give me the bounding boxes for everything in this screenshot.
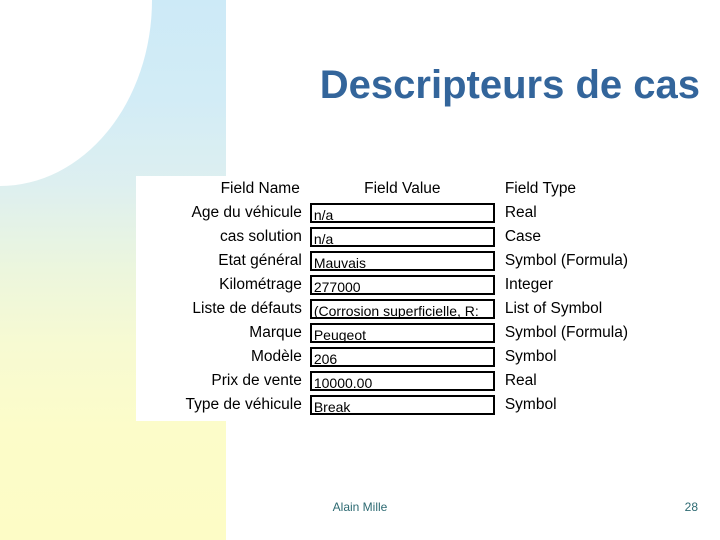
field-name-label: Kilométrage [219, 276, 302, 293]
field-descriptor-table: Field Name Field Value Field Type Age du… [136, 176, 710, 417]
field-value-input[interactable]: n/a [309, 227, 495, 247]
field-type-label: Real [504, 204, 537, 221]
field-value-input[interactable]: Peugeot [309, 323, 495, 343]
footer-page-number: 28 [684, 500, 698, 514]
field-name-label: cas solution [219, 228, 302, 245]
field-name-label: Marque [249, 324, 302, 341]
header-field-value: Field Value [364, 180, 441, 197]
field-name-label: Etat général [218, 252, 302, 269]
table-row: Marque Peugeot Symbol (Formula) [136, 321, 710, 345]
case-descriptor-screenshot: Field Name Field Value Field Type Age du… [136, 176, 710, 421]
field-type-label: Symbol [504, 396, 557, 413]
field-value-input[interactable]: 206 [309, 347, 495, 367]
field-value-input[interactable]: 10000.00 [309, 371, 495, 391]
field-name-label: Liste de défauts [192, 300, 302, 317]
table-row: Prix de vente 10000.00 Real [136, 369, 710, 393]
table-row: Age du véhicule n/a Real [136, 201, 710, 225]
field-value-input[interactable]: Mauvais [309, 251, 495, 271]
header-field-name: Field Name [220, 180, 300, 197]
field-value-input[interactable]: (Corrosion superficielle, R: [309, 299, 495, 319]
field-name-label: Prix de vente [211, 372, 302, 389]
table-row: Type de véhicule Break Symbol [136, 393, 710, 417]
field-type-label: Symbol [504, 348, 557, 365]
table-row: Etat général Mauvais Symbol (Formula) [136, 249, 710, 273]
field-name-label: Age du véhicule [191, 204, 302, 221]
field-type-label: List of Symbol [504, 300, 603, 317]
footer-author: Alain Mille [332, 500, 388, 514]
field-type-label: Real [504, 372, 537, 389]
field-type-label: Symbol (Formula) [504, 252, 628, 269]
table-header-row: Field Name Field Value Field Type [136, 176, 710, 201]
slide: Descripteurs de cas Field Name Field Val… [0, 0, 720, 540]
field-type-label: Symbol (Formula) [504, 324, 628, 341]
field-value-input[interactable]: n/a [309, 203, 495, 223]
field-value-input[interactable]: Break [309, 395, 495, 415]
field-name-label: Type de véhicule [185, 396, 302, 413]
table-row: Modèle 206 Symbol [136, 345, 710, 369]
header-field-type: Field Type [504, 180, 577, 197]
field-value-input[interactable]: 277000 [309, 275, 495, 295]
field-type-label: Integer [504, 276, 554, 293]
table-row: Kilométrage 277000 Integer [136, 273, 710, 297]
page-title: Descripteurs de cas [319, 63, 700, 107]
table-row: Liste de défauts (Corrosion superficiell… [136, 297, 710, 321]
field-type-label: Case [504, 228, 542, 245]
table-row: cas solution n/a Case [136, 225, 710, 249]
field-name-label: Modèle [251, 348, 302, 365]
